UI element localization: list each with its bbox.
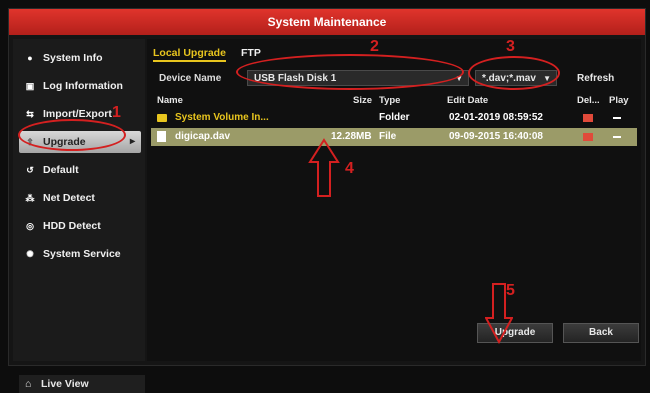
default-icon: ↺	[26, 165, 34, 175]
sidebar-item-default[interactable]: ↺ Default	[19, 159, 141, 181]
sidebar-item-system-service[interactable]: ✺ System Service	[19, 243, 141, 265]
folder-icon	[157, 114, 167, 122]
sidebar-item-log-information[interactable]: ▣ Log Information	[19, 75, 141, 97]
home-icon: ⌂	[25, 378, 32, 390]
refresh-button[interactable]: Refresh	[577, 73, 614, 84]
sidebar-item-system-info[interactable]: ● System Info	[19, 47, 141, 69]
live-view-button[interactable]: ⌂ Live View	[19, 375, 145, 393]
chevron-right-icon: ▸	[129, 136, 135, 147]
play-icon[interactable]	[613, 117, 621, 119]
file-icon	[157, 131, 166, 142]
sidebar-item-label: Default	[43, 164, 79, 176]
file-type: Folder	[379, 112, 410, 123]
annotation-number-3: 3	[506, 38, 515, 55]
sidebar-item-net-detect[interactable]: ⁂ Net Detect	[19, 187, 141, 209]
hdd-icon: ◎	[26, 221, 34, 231]
annotation-ellipse-device	[236, 54, 464, 90]
column-edit-date: Edit Date	[447, 95, 489, 106]
back-button[interactable]: Back	[563, 323, 639, 343]
delete-icon[interactable]	[583, 133, 593, 141]
table-row[interactable]: System Volume In... Folder 02-01-2019 08…	[151, 109, 637, 127]
file-name: digicap.dav	[175, 131, 231, 142]
window-title: System Maintenance	[9, 9, 645, 35]
file-edit-date: 09-09-2015 16:40:08	[449, 131, 543, 142]
tab-local-upgrade[interactable]: Local Upgrade	[153, 47, 226, 62]
net-icon: ⁂	[25, 193, 35, 203]
column-size: Size	[353, 95, 373, 106]
sidebar-item-label: HDD Detect	[43, 220, 101, 232]
sidebar-item-label: System Info	[43, 52, 103, 64]
annotation-number-4: 4	[345, 160, 354, 177]
column-delete: Del...	[577, 95, 600, 106]
annotation-number-2: 2	[370, 38, 379, 55]
column-play: Play	[609, 95, 629, 106]
annotation-ellipse-filter	[468, 56, 560, 90]
table-row[interactable]: digicap.dav 12.28MB File 09-09-2015 16:4…	[151, 128, 637, 146]
file-edit-date: 02-01-2019 08:59:52	[449, 112, 543, 123]
file-name: System Volume In...	[175, 112, 269, 123]
annotation-ellipse-upgrade	[18, 119, 126, 151]
column-type: Type	[379, 95, 401, 106]
column-name: Name	[157, 95, 183, 106]
file-type: File	[379, 131, 397, 142]
sidebar-item-hdd-detect[interactable]: ◎ HDD Detect	[19, 215, 141, 237]
annotation-number-5: 5	[506, 282, 515, 299]
import-export-icon: ⇆	[26, 109, 34, 119]
device-name-label: Device Name	[159, 73, 222, 84]
tab-ftp[interactable]: FTP	[241, 47, 261, 59]
service-icon: ✺	[26, 249, 34, 259]
annotation-number-1: 1	[112, 104, 121, 121]
sidebar: ● System Info ▣ Log Information ⇆ Import…	[13, 39, 145, 393]
play-icon[interactable]	[613, 136, 621, 138]
sidebar-item-label: Net Detect	[43, 192, 95, 204]
info-icon: ●	[27, 53, 33, 63]
sidebar-item-label: System Service	[43, 248, 121, 260]
sidebar-item-label: Log Information	[43, 80, 123, 92]
live-view-label: Live View	[41, 378, 89, 390]
annotation-arrow-up	[308, 138, 340, 197]
log-icon: ▣	[25, 81, 35, 91]
delete-icon[interactable]	[583, 114, 593, 122]
